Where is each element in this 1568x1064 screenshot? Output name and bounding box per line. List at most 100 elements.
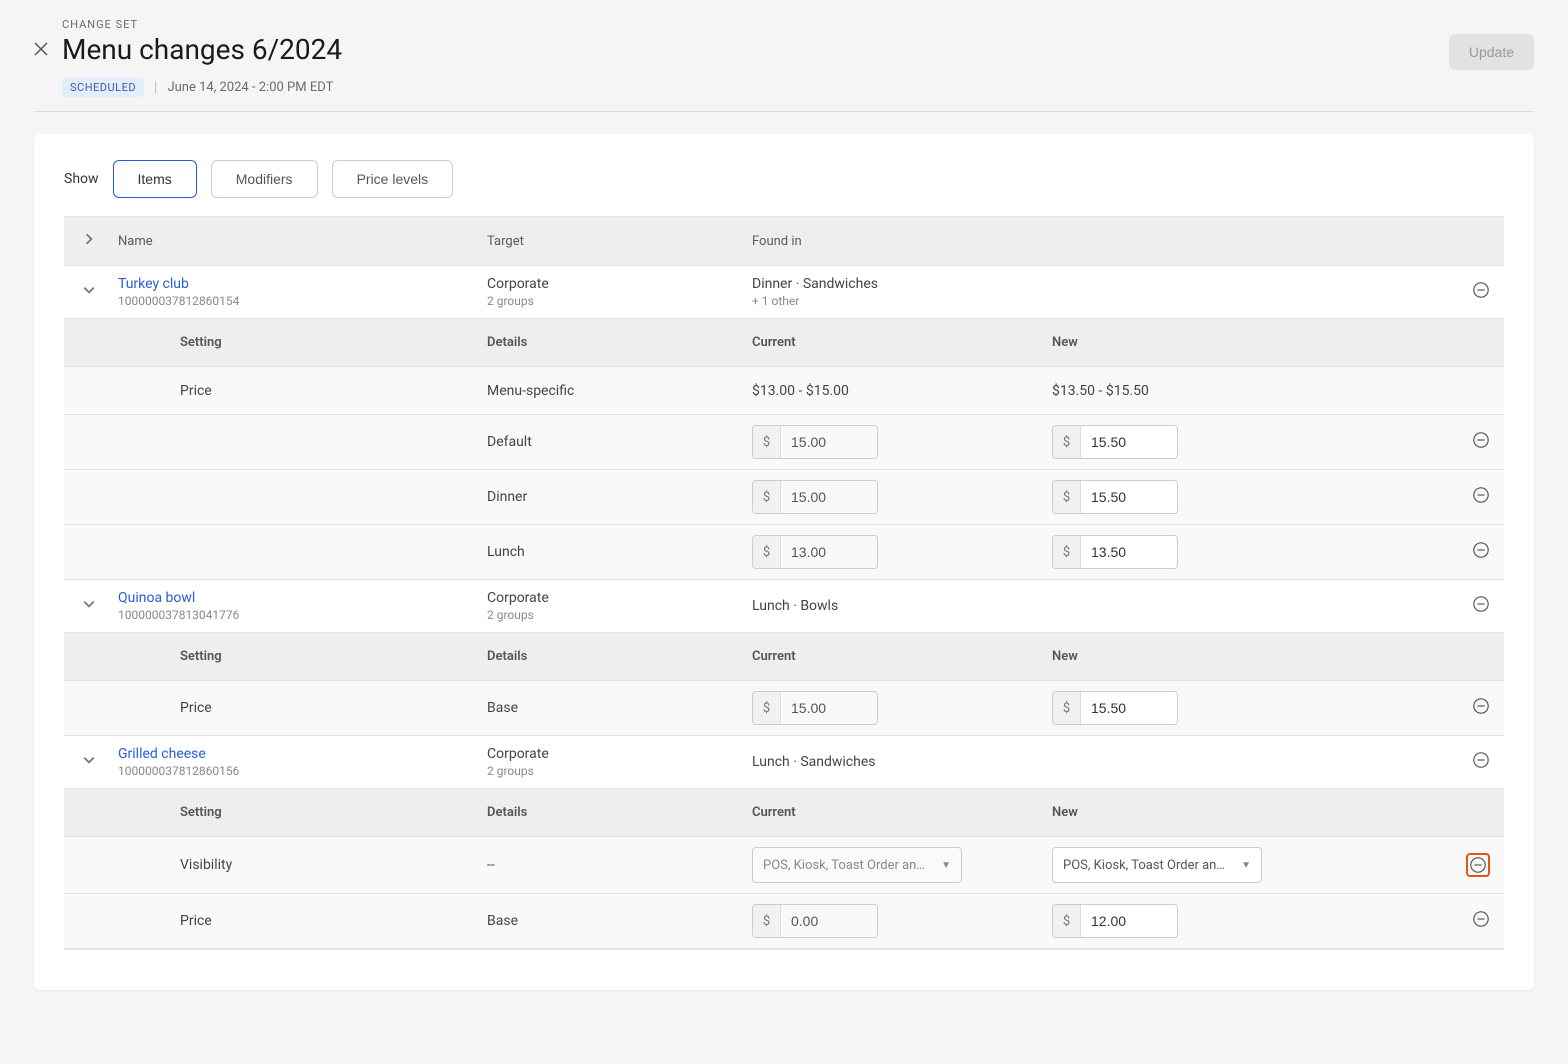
amount-field[interactable] (1081, 536, 1177, 568)
remove-setting-button[interactable] (1466, 853, 1490, 877)
eyebrow: CHANGE SET (62, 18, 342, 31)
currency-label: $ (753, 536, 781, 568)
amount-field (781, 692, 877, 724)
col-target: Target (479, 224, 744, 259)
amount-field[interactable] (1081, 426, 1177, 458)
amount-field (781, 536, 877, 568)
remove-item-button[interactable] (1472, 595, 1490, 613)
dropdown-text: POS, Kiosk, Toast Order an… (1063, 858, 1225, 873)
item-link[interactable]: Grilled cheese (118, 746, 471, 762)
col-current: Current (744, 801, 1044, 824)
col-new: New (1044, 645, 1272, 668)
currency-label: $ (753, 692, 781, 724)
item-link[interactable]: Turkey club (118, 276, 471, 292)
details-text: Default (479, 430, 744, 454)
col-setting: Setting (114, 645, 479, 668)
col-current: Current (744, 645, 1044, 668)
remove-setting-button[interactable] (1472, 541, 1490, 559)
money-input: $ (752, 535, 878, 569)
remove-setting-button[interactable] (1472, 431, 1490, 449)
visibility-dropdown: POS, Kiosk, Toast Order an… ▼ (752, 847, 962, 883)
currency-label: $ (1053, 536, 1081, 568)
update-button[interactable]: Update (1449, 34, 1534, 70)
content-panel: Show Items Modifiers Price levels Name T… (34, 134, 1534, 990)
table-header: Name Target Found in (64, 217, 1504, 266)
setting-row: Price Base $ $ (64, 894, 1504, 949)
table-row: Turkey club 100000037812860154 Corporate… (64, 266, 1504, 319)
table-row: Quinoa bowl 100000037813041776 Corporate… (64, 580, 1504, 633)
remove-item-button[interactable] (1472, 751, 1490, 769)
currency-label: $ (753, 481, 781, 513)
col-details: Details (479, 645, 744, 668)
setting-label: Visibility (114, 853, 479, 877)
amount-field (781, 905, 877, 937)
remove-setting-button[interactable] (1472, 910, 1490, 928)
col-setting: Setting (114, 331, 479, 354)
money-input: $ (1052, 425, 1178, 459)
remove-item-button[interactable] (1472, 281, 1490, 299)
tab-modifiers[interactable]: Modifiers (211, 160, 318, 198)
target-text: Corporate (487, 276, 736, 292)
show-label: Show (64, 171, 99, 187)
chevron-down-icon[interactable] (83, 284, 95, 300)
chevron-right-icon[interactable] (83, 234, 95, 249)
item-link[interactable]: Quinoa bowl (118, 590, 471, 606)
visibility-dropdown[interactable]: POS, Kiosk, Toast Order an… ▼ (1052, 847, 1262, 883)
col-new: New (1044, 801, 1272, 824)
setting-row: Default $ $ (64, 415, 1504, 470)
setting-row: Price Base $ $ (64, 681, 1504, 736)
found-in-text: Dinner · Sandwiches (752, 276, 1036, 292)
remove-setting-button[interactable] (1472, 486, 1490, 504)
found-in-sub: + 1 other (752, 294, 1036, 308)
amount-field (781, 481, 877, 513)
current-text: $13.00 - $15.00 (752, 383, 849, 399)
setting-label: Price (114, 909, 479, 933)
setting-row: Visibility -- POS, Kiosk, Toast Order an… (64, 837, 1504, 894)
col-setting: Setting (114, 801, 479, 824)
caret-down-icon: ▼ (941, 860, 951, 871)
details-text: Lunch (479, 540, 744, 564)
tab-items[interactable]: Items (113, 160, 197, 198)
target-sub: 2 groups (487, 764, 736, 778)
close-icon[interactable] (34, 42, 48, 60)
remove-setting-button[interactable] (1472, 697, 1490, 715)
target-sub: 2 groups (487, 294, 736, 308)
amount-field[interactable] (1081, 905, 1177, 937)
table-row: Grilled cheese 100000037812860156 Corpor… (64, 736, 1504, 789)
caret-down-icon: ▼ (1241, 860, 1251, 871)
setting-label: Price (114, 696, 479, 720)
money-input: $ (1052, 691, 1178, 725)
currency-label: $ (753, 905, 781, 937)
setting-label (114, 493, 479, 501)
col-name: Name (114, 224, 479, 259)
money-input: $ (1052, 480, 1178, 514)
setting-row: Lunch $ $ (64, 525, 1504, 580)
money-input: $ (752, 480, 878, 514)
setting-label: Price (114, 379, 479, 403)
tab-price-levels[interactable]: Price levels (332, 160, 454, 198)
new-text: $13.50 - $15.50 (1052, 383, 1149, 399)
money-input: $ (752, 904, 878, 938)
currency-label: $ (753, 426, 781, 458)
setting-row: Price Menu-specific $13.00 - $15.00 $13.… (64, 367, 1504, 415)
details-text: Menu-specific (479, 379, 744, 403)
scheduled-datetime: June 14, 2024 - 2:00 PM EDT (167, 80, 333, 95)
currency-label: $ (1053, 905, 1081, 937)
target-text: Corporate (487, 746, 736, 762)
amount-field[interactable] (1081, 692, 1177, 724)
amount-field[interactable] (1081, 481, 1177, 513)
target-text: Corporate (487, 590, 736, 606)
currency-label: $ (1053, 481, 1081, 513)
details-text: Base (479, 696, 744, 720)
money-input: $ (752, 425, 878, 459)
details-text: -- (479, 853, 744, 877)
col-new: New (1044, 331, 1272, 354)
chevron-down-icon[interactable] (83, 754, 95, 770)
money-input: $ (1052, 904, 1178, 938)
target-sub: 2 groups (487, 608, 736, 622)
currency-label: $ (1053, 692, 1081, 724)
money-input: $ (752, 691, 878, 725)
chevron-down-icon[interactable] (83, 598, 95, 614)
setting-row: Dinner $ $ (64, 470, 1504, 525)
separator: | (154, 80, 157, 96)
